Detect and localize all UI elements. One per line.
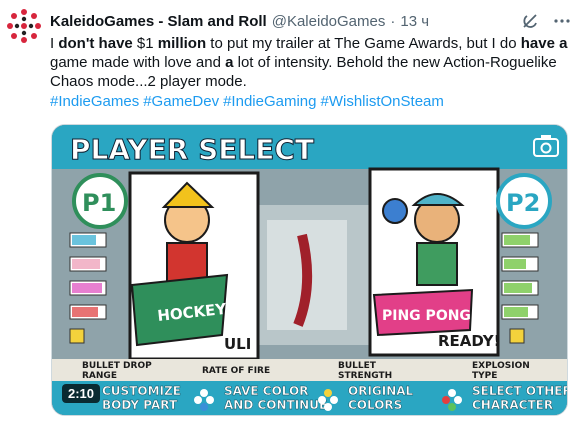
control-label: CHARACTER xyxy=(472,398,553,412)
more-icon[interactable] xyxy=(553,12,571,30)
p2-weapon: PING PONG xyxy=(382,308,471,324)
legend-label: BULLET xyxy=(338,361,377,371)
separator: · xyxy=(390,12,396,30)
avatar[interactable] xyxy=(6,8,42,44)
grok-icon[interactable] xyxy=(521,12,539,30)
control-label: SAVE COLOR xyxy=(224,384,308,398)
tweet-header: KaleidoGames - Slam and Roll @KaleidoGam… xyxy=(50,11,571,31)
video-duration: 2:10 xyxy=(62,384,101,403)
video-player[interactable]: PLAYER SELECT P1 HOCKEY ULI PING PONG RE… xyxy=(51,124,568,416)
legend-label: TYPE xyxy=(472,371,497,381)
author-handle[interactable]: @KaleidoGames xyxy=(272,13,386,30)
control-label: BODY PART xyxy=(102,398,178,412)
legend-label: EXPLOSION xyxy=(472,361,530,371)
hashtags: #IndieGames #GameDev #IndieGaming #Wishl… xyxy=(50,93,444,110)
legend-label: BULLET DROP xyxy=(82,361,152,371)
hashtag-link[interactable]: #IndieGaming xyxy=(223,93,316,110)
p2-card[interactable]: PING PONG READY! xyxy=(368,167,500,357)
p1-badge: P1 xyxy=(82,189,116,217)
p1-card[interactable]: HOCKEY ULI xyxy=(128,171,260,361)
control-label: CUSTOMIZE xyxy=(102,384,181,398)
control-label: SELECT OTHER xyxy=(472,384,568,398)
video-frame: PLAYER SELECT P1 HOCKEY ULI PING PONG RE… xyxy=(52,125,568,415)
header-actions xyxy=(521,11,571,31)
timestamp[interactable]: 13 ч xyxy=(400,13,429,30)
tweet-text: I don't have $1 million to put my traile… xyxy=(50,35,568,90)
p2-badge: P2 xyxy=(506,189,540,217)
author-name[interactable]: KaleidoGames - Slam and Roll xyxy=(50,13,267,30)
p2-status: READY! xyxy=(438,332,500,350)
hashtag-link[interactable]: #GameDev xyxy=(143,93,219,110)
legend-label: RATE OF FIRE xyxy=(202,366,270,376)
p1-name: ULI xyxy=(224,335,251,353)
legend-label: STRENGTH xyxy=(338,371,392,381)
hashtag-link[interactable]: #WishlistOnSteam xyxy=(321,93,444,110)
control-label: AND CONTINUE xyxy=(224,398,327,412)
control-label: ORIGINAL xyxy=(348,384,414,398)
hashtag-link[interactable]: #IndieGames xyxy=(50,93,139,110)
legend-label: RANGE xyxy=(82,371,117,381)
screen-title: PLAYER SELECT xyxy=(70,133,314,166)
control-label: COLORS xyxy=(348,398,402,412)
